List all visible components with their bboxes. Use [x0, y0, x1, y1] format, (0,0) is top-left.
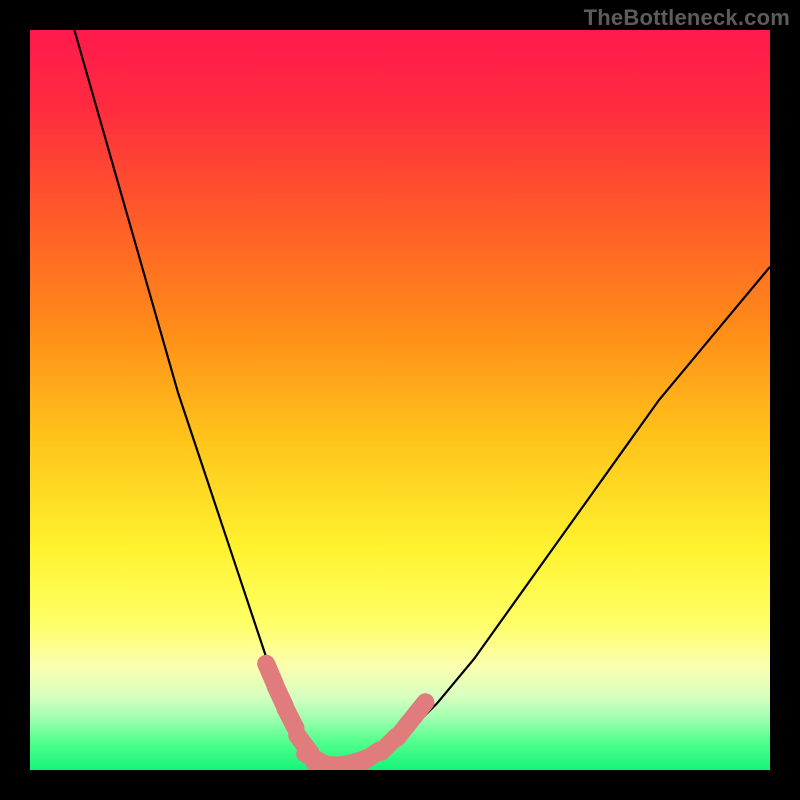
- watermark-text: TheBottleneck.com: [584, 5, 790, 31]
- chart-svg: [30, 30, 770, 770]
- plot-area: [30, 30, 770, 770]
- chart-frame: TheBottleneck.com: [0, 0, 800, 800]
- curve-marker: [412, 702, 426, 719]
- curve-marker: [285, 708, 295, 728]
